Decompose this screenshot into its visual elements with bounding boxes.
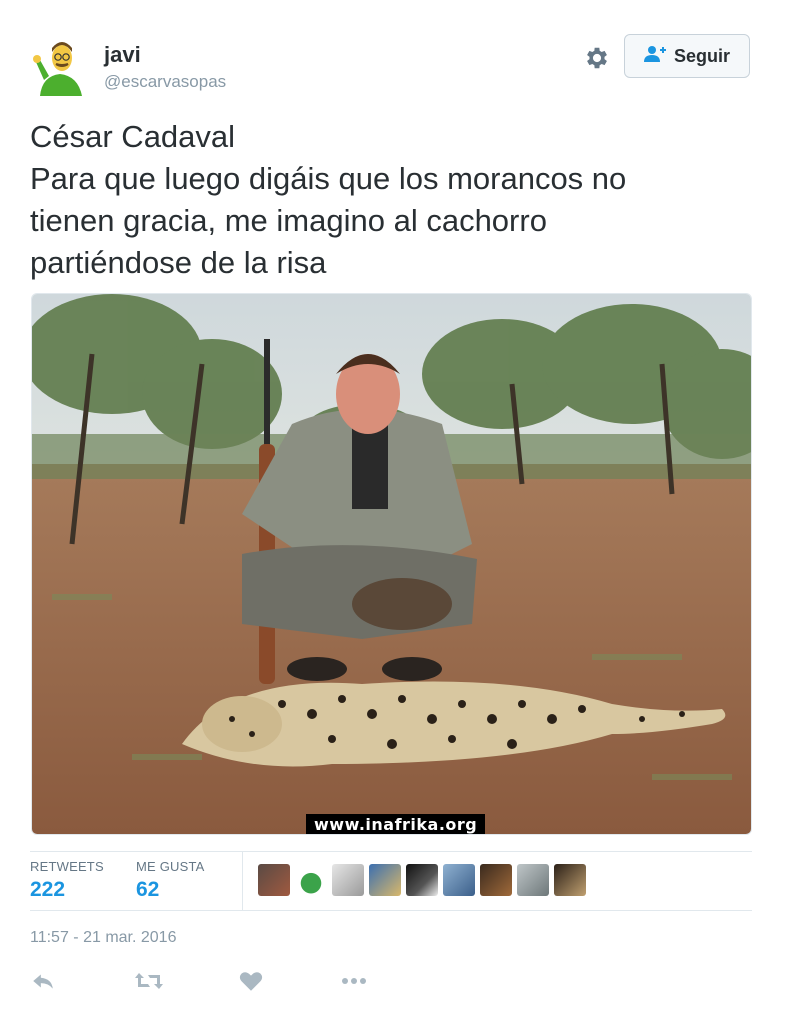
tweet-timestamp[interactable]: 11:57 - 21 mar. 2016 <box>30 929 176 947</box>
hunting-photo-illustration <box>32 294 751 834</box>
liker-avatar[interactable] <box>295 864 327 896</box>
tweet-text-line: tienen gracia, me imagino al cachorro <box>30 203 547 238</box>
tweet-text-line: partiéndose de la risa <box>30 245 327 280</box>
user-name[interactable]: javi <box>104 42 141 68</box>
retweets-stat[interactable]: RETWEETS 222 <box>30 859 104 902</box>
retweet-icon[interactable] <box>134 968 163 996</box>
tweet-text-line: César Cadaval <box>30 119 236 154</box>
liker-avatar[interactable] <box>554 864 586 896</box>
liker-avatars <box>258 864 586 896</box>
like-icon[interactable] <box>238 968 266 996</box>
divider <box>30 910 752 911</box>
user-handle[interactable]: @escarvasopas <box>104 72 226 92</box>
likes-label: ME GUSTA <box>136 859 205 874</box>
divider <box>30 851 752 852</box>
liker-avatar[interactable] <box>258 864 290 896</box>
liker-avatar[interactable] <box>480 864 512 896</box>
retweets-count: 222 <box>30 878 66 901</box>
likes-stat[interactable]: ME GUSTA 62 <box>136 859 205 902</box>
more-icon[interactable] <box>340 968 368 996</box>
tweet-text: César Cadaval Para que luego digáis que … <box>30 116 760 284</box>
retweets-label: RETWEETS <box>30 859 104 874</box>
liker-avatar[interactable] <box>332 864 364 896</box>
user-avatar[interactable] <box>30 36 90 96</box>
follow-label: Seguir <box>673 45 730 66</box>
photo-watermark: www.inafrika.org <box>306 814 486 834</box>
stats-separator <box>242 852 243 910</box>
gear-icon[interactable] <box>583 44 611 72</box>
tweet-text-line: Para que luego digáis que los morancos n… <box>30 161 627 196</box>
add-user-icon <box>643 45 666 68</box>
follow-button[interactable]: Seguir <box>624 34 750 78</box>
liker-avatar[interactable] <box>369 864 401 896</box>
likes-count: 62 <box>136 878 160 901</box>
liker-avatar[interactable] <box>406 864 438 896</box>
tweet-header: javi @escarvasopas Seguir <box>30 30 752 100</box>
liker-avatar[interactable] <box>517 864 549 896</box>
cartoon-character-avatar-icon <box>30 36 90 96</box>
liker-avatar[interactable] <box>443 864 475 896</box>
reply-icon[interactable] <box>30 968 58 996</box>
tweet-photo[interactable]: www.inafrika.org <box>31 293 752 835</box>
